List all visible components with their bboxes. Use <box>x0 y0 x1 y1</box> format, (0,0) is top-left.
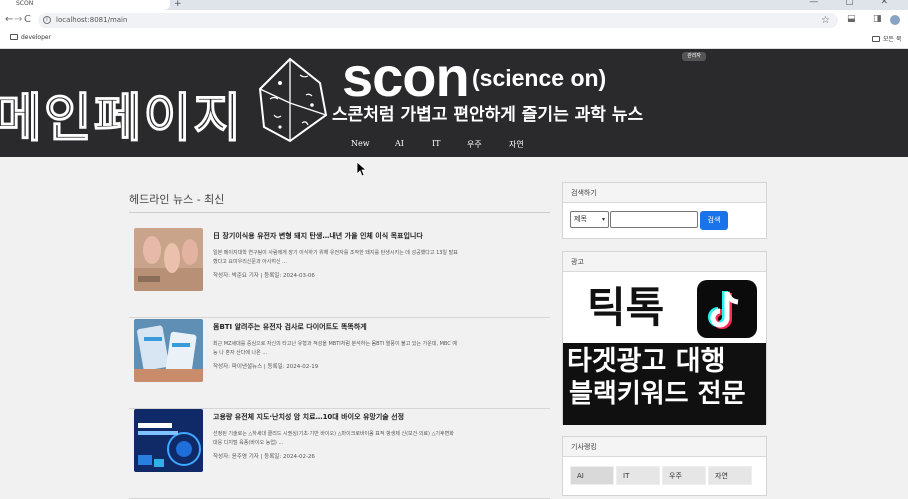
bookmark-label: 모든 북 <box>883 36 902 43</box>
nav-space[interactable]: 우주 <box>467 139 482 150</box>
bookmark-star-icon[interactable]: ☆ <box>821 13 830 28</box>
site-info-icon[interactable]: i <box>43 16 51 24</box>
ranking-tab-ai[interactable]: AI <box>570 466 614 485</box>
tab-scon[interactable]: SCON <box>0 0 170 10</box>
side-panel-icon[interactable]: ◨ <box>873 14 882 24</box>
search-type-select[interactable]: 제목 ▾ <box>570 211 609 228</box>
nav-new[interactable]: New <box>351 139 370 148</box>
search-panel-header: 검색하기 <box>563 183 766 203</box>
news-title[interactable]: 고용량 유전체 지도·난치성 암 치료…10대 바이오 유망기술 선정 <box>213 412 404 422</box>
address-bar-row: ← → C i localhost:8081/main ☆ ⬓ ◨ <box>0 10 908 31</box>
brand-logo-text[interactable]: scon <box>342 49 470 111</box>
nav-ai[interactable]: AI <box>395 139 404 148</box>
news-summary: 일본 메이지대학 연구팀이 사람에게 장기 이식하기 위해 유전자를 조작한 돼… <box>213 250 458 265</box>
search-type-value: 제목 <box>574 215 587 223</box>
search-panel: 검색하기 제목 ▾ 검색 <box>562 182 767 239</box>
ranking-tab-space[interactable]: 우주 <box>662 466 706 485</box>
window-controls-icon[interactable]: — ▢ ✕ <box>809 0 900 7</box>
news-title[interactable]: 日 장기이식용 유전자 변형 돼지 탄생…내년 가을 인체 이식 목표입니다 <box>213 231 423 241</box>
search-button[interactable]: 검색 <box>700 211 728 230</box>
browser-tab-bar: SCON + — ▢ ✕ <box>0 0 908 10</box>
site-header: 메인페이지 scon (science on) 스콘처럼 가볍고 편안하게 즐기… <box>0 49 908 157</box>
news-thumbnail[interactable] <box>134 319 203 382</box>
scone-logo-icon[interactable] <box>250 53 334 149</box>
bookmark-developer[interactable]: developer <box>10 34 51 41</box>
nav-nature[interactable]: 자연 <box>509 139 524 150</box>
news-item[interactable]: 고용량 유전체 지도·난치성 암 치료…10대 바이오 유망기술 선정 선정된 … <box>129 409 550 499</box>
new-tab-icon[interactable]: + <box>174 0 182 9</box>
url-text: localhost:8081/main <box>56 16 128 24</box>
news-thumbnail[interactable] <box>134 409 203 472</box>
bookmark-label: developer <box>21 34 52 41</box>
slogan: 스콘처럼 가볍고 편안하게 즐기는 과학 뉴스 <box>332 105 644 125</box>
ad-line-1: 타겟광고 대행 <box>567 346 726 377</box>
ranking-panel: 기사랭킹 AI IT 우주 자연 <box>562 436 767 496</box>
bookmark-all[interactable]: 모든 북 <box>872 34 901 43</box>
ad-line-2: 블랙키워드 전문 <box>569 379 746 409</box>
forward-icon[interactable]: → <box>14 14 22 25</box>
news-meta: 작성자: 박준요 기자 | 등록일: 2024-03-06 <box>213 273 315 279</box>
ad-panel: 광고 틱톡 타겟광고 대행 블랙키워드 전문 <box>562 251 767 425</box>
ranking-panel-header: 기사랭킹 <box>563 437 766 457</box>
chevron-down-icon: ▾ <box>601 216 605 223</box>
ad-panel-header: 광고 <box>563 252 766 272</box>
news-item[interactable]: 日 장기이식용 유전자 변형 돼지 탄생…내년 가을 인체 이식 목표입니다 일… <box>129 228 550 318</box>
page-title: 메인페이지 <box>0 88 244 149</box>
folder-icon <box>10 34 18 40</box>
brand-subtitle: (science on) <box>472 65 607 91</box>
url-field[interactable]: i localhost:8081/main ☆ <box>38 13 838 28</box>
bookmarks-bar: developer 모든 북 <box>0 31 908 49</box>
section-heading: 헤드라인 뉴스 - 최신 <box>129 193 225 206</box>
folder-icon <box>872 36 880 42</box>
news-meta: 작성자: 파이낸셜뉴스 | 등록일: 2024-02-19 <box>213 364 319 370</box>
reload-icon[interactable]: C <box>24 14 31 25</box>
ranking-tab-nature[interactable]: 자연 <box>708 466 752 485</box>
ad-banner[interactable]: 틱톡 타겟광고 대행 블랙키워드 전문 <box>563 273 766 425</box>
nav-it[interactable]: IT <box>432 139 441 148</box>
section-divider <box>129 212 550 213</box>
ad-top-area: 틱톡 <box>563 273 766 343</box>
extensions-icon[interactable]: ⬓ <box>847 14 856 24</box>
news-meta: 작성자: 윤주영 기자 | 등록일: 2024-02-26 <box>213 454 315 460</box>
news-summary: 최근 MZ세대를 중심으로 자신의 타고난 유형과 적성을 MBTI처럼 분석하… <box>213 341 457 356</box>
news-summary: 선정된 기술로는 △하세대 클리드 시퀀싱(기초·기반 바이오) △마이크로바이… <box>213 431 454 446</box>
profile-avatar[interactable] <box>890 15 900 25</box>
tiktok-logo-icon <box>697 280 757 338</box>
admin-badge[interactable]: 관리자 <box>682 52 706 61</box>
mouse-cursor-icon <box>356 161 366 177</box>
ad-headline: 틱톡 <box>587 283 665 332</box>
tab-title: SCON <box>16 0 34 7</box>
news-thumbnail[interactable] <box>134 228 203 291</box>
news-title[interactable]: 몸BTI 알려주는 유전자 검사로 다이어트도 똑똑하게 <box>213 322 367 332</box>
search-input[interactable] <box>610 211 698 228</box>
back-icon[interactable]: ← <box>5 14 13 25</box>
news-item[interactable]: 몸BTI 알려주는 유전자 검사로 다이어트도 똑똑하게 최근 MZ세대를 중심… <box>129 319 550 409</box>
ranking-tab-it[interactable]: IT <box>616 466 660 485</box>
